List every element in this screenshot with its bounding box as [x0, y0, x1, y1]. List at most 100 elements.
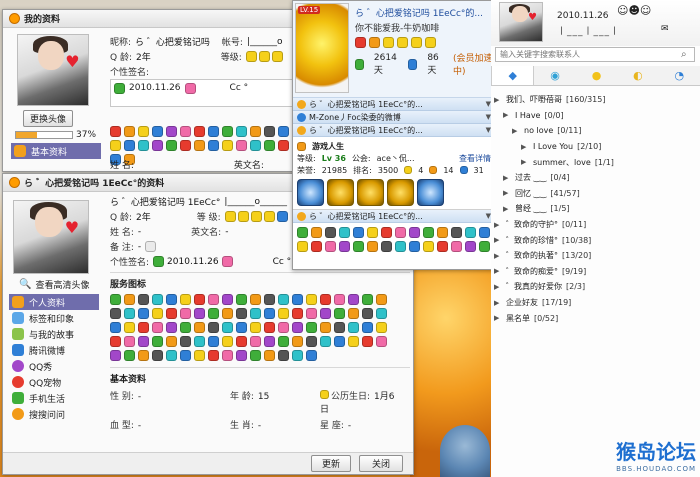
service-icon[interactable] — [278, 336, 289, 347]
view-hd-avatar-link[interactable]: 🔍 查看高清头像 — [19, 278, 99, 291]
service-icon[interactable] — [362, 308, 373, 319]
service-icon[interactable] — [297, 241, 308, 252]
service-icon[interactable] — [348, 308, 359, 319]
search-icon[interactable]: ⌕ — [681, 49, 687, 60]
contact-card-avatar[interactable]: LV.15 — [295, 3, 349, 93]
service-icon[interactable] — [465, 241, 476, 252]
service-icon[interactable] — [320, 294, 331, 305]
service-icon[interactable] — [152, 322, 163, 333]
service-icon[interactable] — [437, 227, 448, 238]
service-icon[interactable] — [166, 322, 177, 333]
game-badge[interactable] — [327, 179, 354, 206]
service-icon[interactable] — [222, 322, 233, 333]
service-icon[interactable] — [362, 322, 373, 333]
service-icon[interactable] — [348, 294, 359, 305]
service-icon[interactable] — [138, 294, 149, 305]
service-icon[interactable] — [194, 308, 205, 319]
service-icon[interactable] — [292, 308, 303, 319]
service-icon[interactable] — [409, 241, 420, 252]
service-icon[interactable] — [320, 336, 331, 347]
service-icon[interactable] — [236, 294, 247, 305]
service-icon[interactable] — [292, 294, 303, 305]
view-details-link[interactable]: 查看详情 — [459, 153, 491, 164]
service-icon[interactable] — [152, 336, 163, 347]
service-icon[interactable] — [152, 308, 163, 319]
contact-group[interactable]: ▶ 过去 ‿‿ [0/4] — [491, 170, 700, 186]
nav-item-story[interactable]: 与我的故事 — [9, 326, 99, 342]
popup-group-2[interactable]: ら ゛心把爱铭记吗 1EeCc°的... ▼ — [293, 124, 495, 137]
service-icon[interactable] — [250, 350, 261, 361]
contact-group[interactable]: ▶ 黑名单 [0/52] — [491, 310, 700, 326]
service-icon[interactable] — [236, 336, 247, 347]
service-icon[interactable] — [292, 322, 303, 333]
service-icon[interactable] — [334, 322, 345, 333]
nav-item-personal-info[interactable]: 个人资料 — [9, 294, 99, 310]
nav-item-tags[interactable]: 标签和印象 — [9, 310, 99, 326]
service-icon[interactable] — [278, 294, 289, 305]
service-icon[interactable] — [362, 294, 373, 305]
service-icon[interactable] — [222, 294, 233, 305]
service-icon[interactable] — [138, 350, 149, 361]
tab-discussions[interactable]: ● — [576, 66, 617, 85]
service-icon[interactable] — [222, 336, 233, 347]
service-icon[interactable] — [124, 350, 135, 361]
service-icon[interactable] — [194, 336, 205, 347]
service-icon[interactable] — [325, 227, 336, 238]
service-icon[interactable] — [208, 336, 219, 347]
service-icon[interactable] — [306, 322, 317, 333]
service-icon[interactable] — [152, 350, 163, 361]
service-icon[interactable] — [194, 350, 205, 361]
change-avatar-button[interactable]: 更换头像 — [23, 110, 74, 127]
contact-group[interactable]: ▶ ゛我真的好爱你 [2/3] — [491, 279, 700, 295]
service-icon[interactable] — [381, 241, 392, 252]
edit-icon[interactable] — [145, 241, 157, 252]
service-icon[interactable] — [381, 227, 392, 238]
service-icon[interactable] — [479, 227, 490, 238]
contact-group[interactable]: ▶ ゛致命的守护° [0/11] — [491, 217, 700, 233]
service-icon[interactable] — [278, 350, 289, 361]
service-icon[interactable] — [311, 227, 322, 238]
service-icon[interactable] — [208, 350, 219, 361]
service-icon[interactable] — [451, 227, 462, 238]
service-icon[interactable] — [306, 308, 317, 319]
close-button[interactable]: 关闭 — [359, 455, 403, 472]
service-icon[interactable] — [236, 350, 247, 361]
nav-item-qqshow[interactable]: QQ秀 — [9, 358, 99, 374]
friend-avatar[interactable]: ♥ — [13, 200, 89, 274]
service-icon[interactable] — [348, 322, 359, 333]
nav-item-basic-info[interactable]: 基本资料 — [11, 143, 101, 159]
contact-group[interactable]: ▶ ゛致命的珍惜° [10/38] — [491, 232, 700, 248]
contact-search-input[interactable] — [495, 47, 695, 62]
contact-group[interactable]: ▶ 我们、吓嘢蓓哥 [160/315] — [491, 92, 700, 108]
service-icon[interactable] — [320, 322, 331, 333]
service-icon[interactable] — [376, 336, 387, 347]
service-icon[interactable] — [180, 350, 191, 361]
service-icon[interactable] — [376, 308, 387, 319]
service-icon[interactable] — [166, 350, 177, 361]
service-icon[interactable] — [124, 322, 135, 333]
service-icon[interactable] — [236, 322, 247, 333]
service-icon[interactable] — [297, 227, 308, 238]
contact-group[interactable]: ▶ ゛致命的痴爱° [9/19] — [491, 264, 700, 280]
mail-icon[interactable]: ✉ — [661, 24, 669, 34]
service-icon[interactable] — [222, 350, 233, 361]
game-badge[interactable] — [417, 179, 444, 206]
service-icon[interactable] — [208, 322, 219, 333]
service-icon[interactable] — [264, 322, 275, 333]
service-icon[interactable] — [395, 227, 406, 238]
contact-group[interactable]: ▶ 回忆 ‿‿ [41/57] — [491, 186, 700, 202]
service-icon[interactable] — [250, 294, 261, 305]
service-icon[interactable] — [138, 308, 149, 319]
service-icon[interactable] — [311, 241, 322, 252]
service-icon[interactable] — [222, 308, 233, 319]
service-icon[interactable] — [353, 241, 364, 252]
service-icon[interactable] — [138, 322, 149, 333]
popup-group-3[interactable]: ら ゛心把爱铭记吗 1EeCc°的... ▼ — [293, 210, 495, 223]
qq-self-avatar[interactable]: ♥ — [499, 2, 543, 42]
tab-groups[interactable]: ◉ — [534, 66, 575, 85]
service-icon[interactable] — [451, 241, 462, 252]
service-icon[interactable] — [124, 294, 135, 305]
service-icon[interactable] — [479, 241, 490, 252]
nav-item-mobile[interactable]: 手机生活 — [9, 390, 99, 406]
service-icon[interactable] — [339, 241, 350, 252]
